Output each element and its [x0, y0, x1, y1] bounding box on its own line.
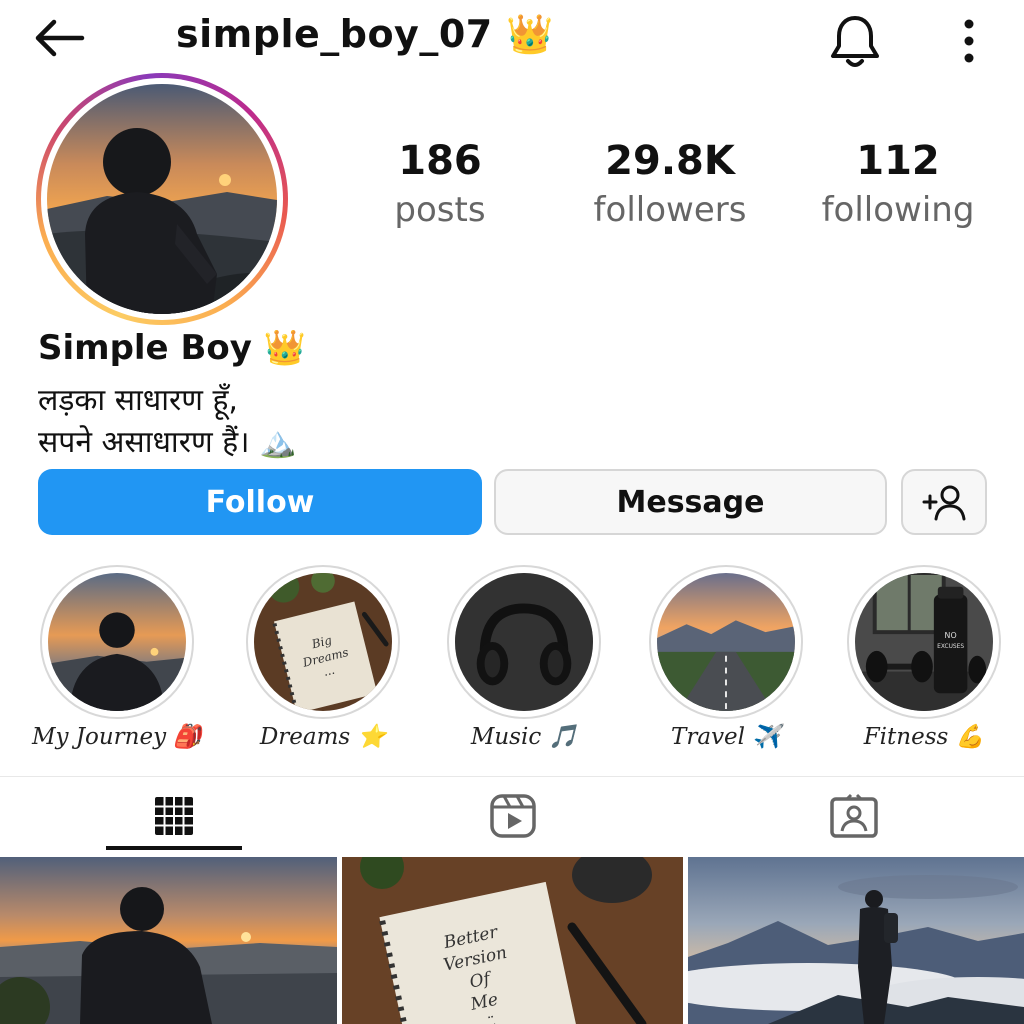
highlight-cover: Big Dreams ...	[254, 573, 392, 711]
highlight-travel[interactable]: Travel ✈️	[649, 565, 803, 750]
post-tile-sunset[interactable]	[0, 857, 337, 1024]
tab-posts-grid[interactable]	[106, 777, 242, 855]
add-user-button[interactable]	[901, 469, 987, 535]
reels-icon	[490, 794, 536, 838]
tagged-icon	[830, 793, 878, 838]
highlight-music[interactable]: Music 🎵	[447, 565, 601, 750]
post-image	[688, 857, 1024, 1024]
highlight-my-journey[interactable]: My Journey 🎒	[32, 565, 202, 750]
add-user-icon	[922, 485, 966, 521]
posts-label: posts	[394, 190, 486, 230]
highlight-cover	[455, 573, 593, 711]
grid-icon	[155, 797, 193, 835]
highlight-label: Fitness 💪	[863, 724, 985, 750]
back-arrow-icon[interactable]	[30, 18, 86, 58]
highlight-label: My Journey 🎒	[31, 724, 203, 750]
follow-button[interactable]: Follow	[38, 469, 482, 535]
top-bar: simple_boy_07 👑	[0, 0, 1024, 80]
highlight-label: Dreams ⭐	[259, 724, 387, 750]
following-count: 112	[856, 138, 940, 184]
avatar-story-ring[interactable]	[36, 73, 288, 325]
bio-line-2: सपने असाधारण हैं। 🏔️	[38, 425, 297, 460]
followers-count: 29.8K	[605, 138, 735, 184]
posts-count: 186	[398, 138, 482, 184]
bottle-text-line-1: NO	[945, 631, 957, 640]
post-image: Better Version Of Me ◡̈	[342, 857, 683, 1024]
active-tab-indicator	[106, 846, 242, 850]
avatar	[47, 84, 277, 314]
highlight-fitness[interactable]: NO EXCUSES Fitness 💪	[847, 565, 1001, 750]
following-label: following	[821, 190, 975, 230]
tab-tagged[interactable]	[786, 777, 922, 855]
posts-stat[interactable]: 186 posts	[384, 138, 496, 230]
followers-stat[interactable]: 29.8K followers	[589, 138, 751, 230]
bell-icon[interactable]	[826, 12, 884, 70]
highlight-cover: NO EXCUSES	[855, 573, 993, 711]
bio-line-1: लड़का साधारण हूँ,	[38, 383, 238, 418]
highlight-cover	[48, 573, 186, 711]
message-button[interactable]: Message	[494, 469, 887, 535]
followers-label: followers	[593, 190, 747, 230]
highlight-dreams[interactable]: Big Dreams ... Dreams ⭐	[246, 565, 400, 750]
post-image	[0, 857, 337, 1024]
post-tile-notebook[interactable]: Better Version Of Me ◡̈	[342, 857, 683, 1024]
tab-reels[interactable]	[445, 777, 581, 855]
profile-username: simple_boy_07 👑	[176, 12, 555, 56]
highlight-cover	[657, 573, 795, 711]
display-name: Simple Boy 👑	[38, 328, 307, 368]
bottle-text-line-2: EXCUSES	[937, 644, 964, 650]
following-stat[interactable]: 112 following	[817, 138, 979, 230]
profile-tabs	[0, 776, 1024, 854]
post-tile-mountain[interactable]	[688, 857, 1024, 1024]
more-vertical-icon[interactable]	[955, 16, 983, 66]
highlight-label: Music 🎵	[470, 724, 578, 750]
